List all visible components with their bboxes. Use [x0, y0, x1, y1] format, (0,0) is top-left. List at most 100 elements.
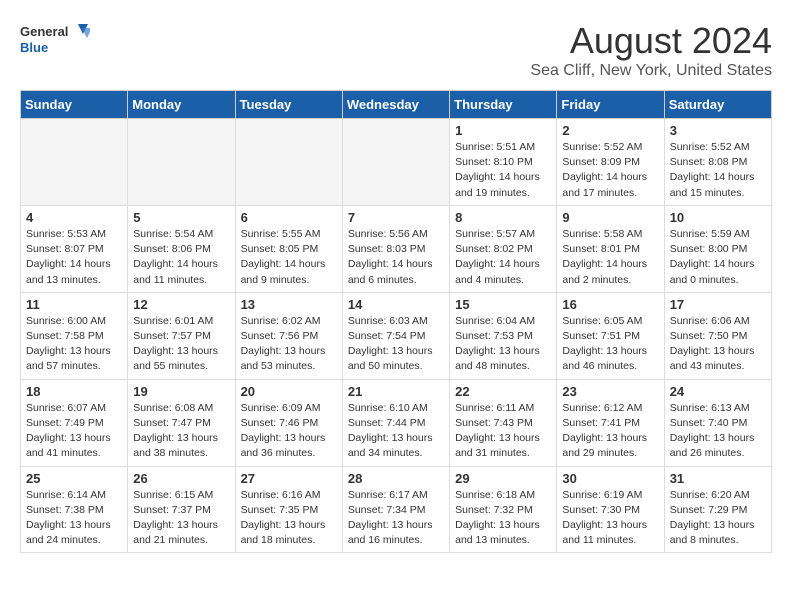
calendar-cell: 6 Sunrise: 5:55 AMSunset: 8:05 PMDaylight…: [235, 205, 342, 292]
day-number: 21: [348, 384, 444, 399]
day-number: 28: [348, 471, 444, 486]
day-number: 17: [670, 297, 766, 312]
calendar-cell: 14Sunrise: 6:03 AMSunset: 7:54 PMDayligh…: [342, 292, 449, 379]
day-number: 26: [133, 471, 229, 486]
day-info: Sunrise: 5:58 AMSunset: 8:01 PMDaylight:…: [562, 227, 658, 288]
day-number: 10: [670, 210, 766, 225]
day-info: Sunrise: 5:54 AMSunset: 8:06 PMDaylight:…: [133, 227, 229, 288]
day-number: 16: [562, 297, 658, 312]
day-number: 11: [26, 297, 122, 312]
calendar-cell: 3 Sunrise: 5:52 AMSunset: 8:08 PMDaylight…: [664, 119, 771, 206]
day-info: Sunrise: 6:17 AMSunset: 7:34 PMDaylight:…: [348, 488, 444, 549]
calendar-cell: 24Sunrise: 6:13 AMSunset: 7:40 PMDayligh…: [664, 379, 771, 466]
day-info: Sunrise: 6:09 AMSunset: 7:46 PMDaylight:…: [241, 401, 337, 462]
calendar-cell: 2 Sunrise: 5:52 AMSunset: 8:09 PMDaylight…: [557, 119, 664, 206]
day-info: Sunrise: 5:56 AMSunset: 8:03 PMDaylight:…: [348, 227, 444, 288]
week-row-4: 18Sunrise: 6:07 AMSunset: 7:49 PMDayligh…: [21, 379, 772, 466]
calendar-cell: 1Sunrise: 5:51 AMSunset: 8:10 PMDaylight…: [450, 119, 557, 206]
calendar-cell: 9 Sunrise: 5:58 AMSunset: 8:01 PMDaylight…: [557, 205, 664, 292]
calendar-cell: 12 Sunrise: 6:01 AMSunset: 7:57 PMDayligh…: [128, 292, 235, 379]
calendar-cell: 26 Sunrise: 6:15 AMSunset: 7:37 PMDayligh…: [128, 466, 235, 553]
calendar-cell: 25 Sunrise: 6:14 AMSunset: 7:38 PMDayligh…: [21, 466, 128, 553]
week-row-2: 4Sunrise: 5:53 AMSunset: 8:07 PMDaylight…: [21, 205, 772, 292]
calendar-cell: 4Sunrise: 5:53 AMSunset: 8:07 PMDaylight…: [21, 205, 128, 292]
day-info: Sunrise: 6:00 AMSunset: 7:58 PMDaylight:…: [26, 314, 122, 375]
calendar-cell: 10 Sunrise: 5:59 AMSunset: 8:00 PMDayligh…: [664, 205, 771, 292]
calendar-cell: 5 Sunrise: 5:54 AMSunset: 8:06 PMDaylight…: [128, 205, 235, 292]
day-number: 30: [562, 471, 658, 486]
calendar-cell: 31 Sunrise: 6:20 AMSunset: 7:29 PMDayligh…: [664, 466, 771, 553]
day-info: Sunrise: 6:13 AMSunset: 7:40 PMDaylight:…: [670, 401, 766, 462]
day-info: Sunrise: 6:08 AMSunset: 7:47 PMDaylight:…: [133, 401, 229, 462]
calendar-cell: [128, 119, 235, 206]
svg-text:General: General: [20, 24, 68, 39]
title-area: August 2024 Sea Cliff, New York, United …: [530, 20, 772, 80]
calendar-cell: 27Sunrise: 6:16 AMSunset: 7:35 PMDayligh…: [235, 466, 342, 553]
page-subtitle: Sea Cliff, New York, United States: [530, 62, 772, 80]
day-number: 6: [241, 210, 337, 225]
day-info: Sunrise: 6:11 AMSunset: 7:43 PMDaylight:…: [455, 401, 551, 462]
day-info: Sunrise: 6:05 AMSunset: 7:51 PMDaylight:…: [562, 314, 658, 375]
day-info: Sunrise: 5:52 AMSunset: 8:08 PMDaylight:…: [670, 140, 766, 201]
day-number: 29: [455, 471, 551, 486]
day-info: Sunrise: 6:19 AMSunset: 7:30 PMDaylight:…: [562, 488, 658, 549]
svg-text:Blue: Blue: [20, 40, 48, 55]
week-row-3: 11 Sunrise: 6:00 AMSunset: 7:58 PMDayligh…: [21, 292, 772, 379]
day-number: 15: [455, 297, 551, 312]
day-info: Sunrise: 5:57 AMSunset: 8:02 PMDaylight:…: [455, 227, 551, 288]
calendar-cell: 23Sunrise: 6:12 AMSunset: 7:41 PMDayligh…: [557, 379, 664, 466]
calendar-cell: 15 Sunrise: 6:04 AMSunset: 7:53 PMDayligh…: [450, 292, 557, 379]
day-number: 8: [455, 210, 551, 225]
day-number: 2: [562, 123, 658, 138]
day-number: 31: [670, 471, 766, 486]
calendar-cell: 7 Sunrise: 5:56 AMSunset: 8:03 PMDaylight…: [342, 205, 449, 292]
day-number: 3: [670, 123, 766, 138]
day-number: 1: [455, 123, 551, 138]
calendar-cell: 11 Sunrise: 6:00 AMSunset: 7:58 PMDayligh…: [21, 292, 128, 379]
calendar-cell: 20 Sunrise: 6:09 AMSunset: 7:46 PMDayligh…: [235, 379, 342, 466]
day-info: Sunrise: 6:04 AMSunset: 7:53 PMDaylight:…: [455, 314, 551, 375]
day-number: 4: [26, 210, 122, 225]
page-header: General Blue August 2024 Sea Cliff, New …: [20, 20, 772, 80]
day-number: 13: [241, 297, 337, 312]
day-number: 12: [133, 297, 229, 312]
calendar-header-row: SundayMondayTuesdayWednesdayThursdayFrid…: [21, 91, 772, 119]
calendar-cell: 13 Sunrise: 6:02 AMSunset: 7:56 PMDayligh…: [235, 292, 342, 379]
calendar-cell: 28 Sunrise: 6:17 AMSunset: 7:34 PMDayligh…: [342, 466, 449, 553]
day-info: Sunrise: 6:10 AMSunset: 7:44 PMDaylight:…: [348, 401, 444, 462]
day-info: Sunrise: 6:15 AMSunset: 7:37 PMDaylight:…: [133, 488, 229, 549]
header-thursday: Thursday: [450, 91, 557, 119]
day-info: Sunrise: 5:59 AMSunset: 8:00 PMDaylight:…: [670, 227, 766, 288]
day-number: 7: [348, 210, 444, 225]
calendar-cell: [21, 119, 128, 206]
day-number: 20: [241, 384, 337, 399]
header-tuesday: Tuesday: [235, 91, 342, 119]
header-friday: Friday: [557, 91, 664, 119]
day-info: Sunrise: 5:55 AMSunset: 8:05 PMDaylight:…: [241, 227, 337, 288]
page-title: August 2024: [530, 20, 772, 62]
calendar-cell: 17Sunrise: 6:06 AMSunset: 7:50 PMDayligh…: [664, 292, 771, 379]
header-monday: Monday: [128, 91, 235, 119]
day-info: Sunrise: 6:02 AMSunset: 7:56 PMDaylight:…: [241, 314, 337, 375]
day-number: 27: [241, 471, 337, 486]
day-number: 25: [26, 471, 122, 486]
calendar-cell: 21 Sunrise: 6:10 AMSunset: 7:44 PMDayligh…: [342, 379, 449, 466]
header-wednesday: Wednesday: [342, 91, 449, 119]
calendar-cell: 22Sunrise: 6:11 AMSunset: 7:43 PMDayligh…: [450, 379, 557, 466]
calendar-cell: 16 Sunrise: 6:05 AMSunset: 7:51 PMDayligh…: [557, 292, 664, 379]
day-number: 5: [133, 210, 229, 225]
day-info: Sunrise: 6:20 AMSunset: 7:29 PMDaylight:…: [670, 488, 766, 549]
calendar-cell: 29Sunrise: 6:18 AMSunset: 7:32 PMDayligh…: [450, 466, 557, 553]
calendar-cell: 19 Sunrise: 6:08 AMSunset: 7:47 PMDayligh…: [128, 379, 235, 466]
day-info: Sunrise: 6:14 AMSunset: 7:38 PMDaylight:…: [26, 488, 122, 549]
calendar-cell: 30 Sunrise: 6:19 AMSunset: 7:30 PMDayligh…: [557, 466, 664, 553]
day-number: 19: [133, 384, 229, 399]
header-sunday: Sunday: [21, 91, 128, 119]
day-info: Sunrise: 5:52 AMSunset: 8:09 PMDaylight:…: [562, 140, 658, 201]
calendar-cell: [342, 119, 449, 206]
logo-svg: General Blue: [20, 20, 90, 60]
header-saturday: Saturday: [664, 91, 771, 119]
day-number: 9: [562, 210, 658, 225]
week-row-1: 1Sunrise: 5:51 AMSunset: 8:10 PMDaylight…: [21, 119, 772, 206]
day-info: Sunrise: 6:01 AMSunset: 7:57 PMDaylight:…: [133, 314, 229, 375]
